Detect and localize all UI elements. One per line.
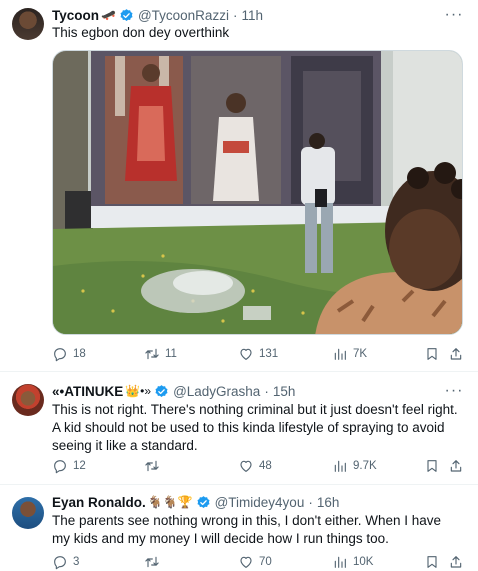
bookmark-icon bbox=[424, 346, 440, 362]
reply-icon bbox=[52, 554, 68, 570]
reply-count: 3 bbox=[73, 556, 80, 568]
user-handle[interactable]: @LadyGrasha bbox=[173, 384, 260, 399]
video-frame-image bbox=[53, 51, 462, 334]
avatar[interactable] bbox=[12, 384, 44, 416]
tweet-text: The parents see nothing wrong in this, I… bbox=[52, 513, 442, 546]
views-count: 9.7K bbox=[353, 460, 377, 472]
like-count: 48 bbox=[259, 460, 272, 472]
retweet-button[interactable]: 11 bbox=[144, 345, 177, 363]
reply-button[interactable]: 3 bbox=[52, 553, 79, 571]
tweet-actions: 12 48 9.7K bbox=[52, 457, 464, 475]
user-handle[interactable]: @Timidey4you bbox=[215, 495, 305, 510]
tweet-text: This egbon don dey overthink bbox=[52, 25, 230, 40]
views-button[interactable]: 10K bbox=[332, 553, 373, 571]
reply-icon bbox=[52, 458, 68, 474]
like-count: 70 bbox=[259, 556, 272, 568]
tweet-header: «•ATINUKE 👑•» @LadyGrasha · 15h bbox=[52, 382, 295, 400]
display-name[interactable]: «•ATINUKE bbox=[52, 384, 123, 399]
verified-badge-icon bbox=[120, 8, 133, 21]
views-icon bbox=[332, 346, 348, 362]
timestamp[interactable]: 11h bbox=[241, 8, 263, 23]
retweet-button[interactable] bbox=[144, 553, 165, 571]
tweet-header: Eyan Ronaldo. 🐐🐐🏆 @Timidey4you · 16h bbox=[52, 493, 339, 511]
views-button[interactable]: 9.7K bbox=[332, 457, 377, 475]
views-icon bbox=[332, 554, 348, 570]
reply-count: 18 bbox=[73, 348, 86, 360]
retweet-count: 11 bbox=[165, 348, 177, 360]
separator-dot: · bbox=[264, 383, 269, 399]
name-emoji: 👑•» bbox=[125, 384, 152, 398]
tweet-2[interactable]: «•ATINUKE 👑•» @LadyGrasha · 15h ··· This… bbox=[0, 372, 478, 484]
reply-count: 12 bbox=[73, 460, 86, 472]
reply-button[interactable]: 12 bbox=[52, 457, 86, 475]
views-button[interactable]: 7K bbox=[332, 345, 367, 363]
verified-badge-icon bbox=[155, 384, 168, 397]
display-name[interactable]: Eyan Ronaldo. bbox=[52, 495, 146, 510]
separator-dot: · bbox=[308, 494, 313, 510]
separator-dot: · bbox=[232, 7, 238, 23]
more-icon[interactable]: ··· bbox=[444, 6, 464, 24]
display-name[interactable]: Tycoon bbox=[52, 8, 99, 23]
tweet-1[interactable]: Tycoon 🛹 @TycoonRazzi · 11h ··· This egb… bbox=[0, 0, 478, 370]
timestamp[interactable]: 16h bbox=[317, 495, 340, 510]
like-button[interactable]: 48 bbox=[238, 457, 272, 475]
bookmark-button[interactable] bbox=[424, 553, 440, 571]
video-thumbnail[interactable] bbox=[52, 50, 463, 335]
tweet-header: Tycoon 🛹 @TycoonRazzi · 11h bbox=[52, 6, 263, 24]
share-button[interactable] bbox=[448, 345, 464, 363]
views-count: 10K bbox=[353, 556, 374, 568]
like-icon bbox=[238, 346, 254, 362]
tweet-3[interactable]: Eyan Ronaldo. 🐐🐐🏆 @Timidey4you · 16h The… bbox=[0, 485, 478, 570]
bookmark-button[interactable] bbox=[424, 345, 440, 363]
bookmark-icon bbox=[424, 458, 440, 474]
timestamp[interactable]: 15h bbox=[273, 384, 296, 399]
like-icon bbox=[238, 458, 254, 474]
share-icon bbox=[448, 554, 464, 570]
bookmark-icon bbox=[424, 554, 440, 570]
avatar[interactable] bbox=[12, 8, 44, 40]
retweet-icon bbox=[144, 458, 160, 474]
views-icon bbox=[332, 458, 348, 474]
tweet-actions: 3 70 10K bbox=[52, 553, 464, 571]
like-button[interactable]: 70 bbox=[238, 553, 272, 571]
like-count: 131 bbox=[259, 348, 279, 360]
name-emoji: 🛹 bbox=[101, 8, 116, 22]
bookmark-button[interactable] bbox=[424, 457, 440, 475]
retweet-button[interactable] bbox=[144, 457, 165, 475]
retweet-icon bbox=[144, 346, 160, 362]
more-icon[interactable]: ··· bbox=[444, 382, 464, 400]
name-emoji: 🐐🐐🏆 bbox=[147, 495, 193, 509]
share-icon bbox=[448, 458, 464, 474]
like-icon bbox=[238, 554, 254, 570]
views-count: 7K bbox=[353, 348, 368, 360]
user-handle[interactable]: @TycoonRazzi bbox=[138, 8, 229, 23]
retweet-icon bbox=[144, 554, 160, 570]
reply-button[interactable]: 18 bbox=[52, 345, 86, 363]
share-button[interactable] bbox=[448, 457, 464, 475]
like-button[interactable]: 131 bbox=[238, 345, 278, 363]
tweet-actions: 18 11 131 7K bbox=[52, 345, 464, 363]
share-button[interactable] bbox=[448, 553, 464, 571]
reply-icon bbox=[52, 346, 68, 362]
share-icon bbox=[448, 346, 464, 362]
tweet-text: This is not right. There's nothing crimi… bbox=[52, 402, 458, 453]
avatar[interactable] bbox=[12, 497, 44, 529]
verified-badge-icon bbox=[197, 495, 210, 508]
